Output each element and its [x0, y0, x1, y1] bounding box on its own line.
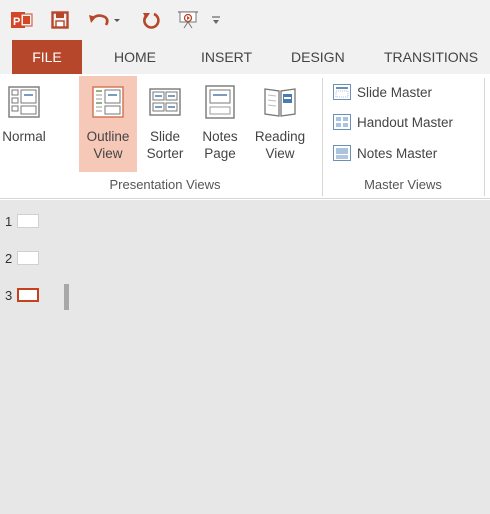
slide-master-label: Slide Master [357, 84, 433, 100]
quick-access-toolbar: P [0, 0, 490, 40]
outline-slide-row[interactable]: 2 [5, 248, 39, 268]
tab-file[interactable]: FILE [12, 40, 82, 74]
reading-view-icon [262, 82, 298, 122]
slide-master-icon [333, 84, 351, 100]
ribbon-view: Normal Outline View Slide Sorter Notes P… [0, 74, 490, 199]
slide-sorter-label: Slide [149, 129, 180, 144]
svg-text:P: P [13, 16, 20, 28]
tab-home[interactable]: HOME [114, 40, 156, 74]
tab-insert[interactable]: INSERT [201, 40, 252, 74]
slide-sorter-icon [149, 82, 181, 122]
outline-pane[interactable]: 1 2 3 [0, 200, 490, 514]
normal-view-button[interactable]: Normal [0, 76, 48, 172]
slide-sorter-button[interactable]: Slide Sorter [142, 76, 188, 172]
notes-master-icon [333, 145, 351, 161]
outline-view-button[interactable]: Outline View [79, 76, 137, 172]
reading-view-button[interactable]: Reading View [251, 76, 309, 172]
start-from-beginning-icon[interactable] [176, 8, 200, 32]
outline-slide-row-selected[interactable]: 3 [5, 285, 39, 305]
slide-number: 1 [5, 213, 13, 229]
notes-page-button[interactable]: Notes Page [197, 76, 243, 172]
slide-number: 3 [5, 287, 13, 303]
selected-slide-icon[interactable] [17, 288, 39, 302]
undo-icon[interactable] [86, 8, 124, 32]
tab-transitions[interactable]: TRANSITIONS [384, 40, 478, 74]
reading-view-label-2: View [265, 146, 295, 161]
outline-view-label-2: View [93, 146, 123, 161]
presentation-views-group-label: Presentation Views [109, 177, 221, 192]
outline-view-icon [92, 82, 124, 122]
group-divider-right [484, 78, 485, 196]
normal-view-label: Normal [2, 129, 46, 144]
notes-page-label-2: Page [204, 146, 236, 161]
save-icon[interactable] [49, 8, 71, 32]
group-divider [322, 78, 323, 196]
tab-design[interactable]: DESIGN [291, 40, 345, 74]
redo-icon[interactable] [140, 8, 162, 32]
handout-master-icon [333, 114, 351, 130]
notes-master-label: Notes Master [357, 145, 438, 161]
slide-icon[interactable] [17, 214, 39, 228]
normal-view-icon [8, 82, 40, 122]
slide-master-button[interactable]: Slide Master [333, 80, 432, 104]
outline-view-label: Outline [86, 129, 130, 144]
ribbon-tabs: FILE HOME INSERT DESIGN TRANSITIONS [0, 40, 490, 74]
customize-qat-icon[interactable] [208, 8, 224, 32]
powerpoint-logo-icon: P [10, 8, 34, 32]
handout-master-button[interactable]: Handout Master [333, 110, 453, 134]
master-views-group-label: Master Views [364, 177, 442, 192]
slide-sorter-label-2: Sorter [146, 146, 184, 161]
slide-number: 2 [5, 250, 13, 266]
notes-page-label: Notes [202, 129, 238, 144]
handout-master-label: Handout Master [357, 114, 454, 130]
notes-page-icon [204, 82, 236, 122]
outline-slide-row[interactable]: 1 [5, 211, 39, 231]
reading-view-label: Reading [254, 129, 306, 144]
vertical-scrollbar-thumb[interactable] [64, 284, 69, 310]
notes-master-button[interactable]: Notes Master [333, 141, 437, 165]
slide-icon[interactable] [17, 251, 39, 265]
